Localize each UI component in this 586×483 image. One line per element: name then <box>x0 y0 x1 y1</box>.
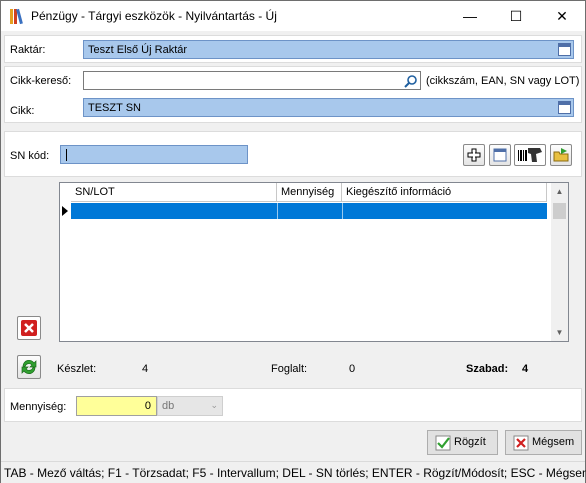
raktar-browse-icon[interactable] <box>558 43 571 56</box>
keszlet-label: Készlet: <box>57 363 97 375</box>
add-button[interactable] <box>463 144 485 166</box>
sn-kod-input[interactable] <box>60 145 248 164</box>
save-check-icon <box>435 435 451 451</box>
cell-divider <box>277 203 278 219</box>
window-button[interactable] <box>489 144 511 166</box>
unit-value: db <box>162 400 175 412</box>
cancel-x-icon <box>513 435 529 451</box>
dialog-window: Pénzügy - Tárgyi eszközök - Nyilvántartá… <box>0 0 586 483</box>
quantity-panel: Mennyiség: 0 db ⌄ <box>4 388 582 422</box>
cancel-label: Mégsem <box>532 436 575 448</box>
scroll-thumb[interactable] <box>553 203 566 219</box>
foglalt-value: 0 <box>349 363 356 375</box>
cancel-button[interactable]: Mégsem <box>505 430 582 455</box>
raktar-label: Raktár: <box>10 44 46 56</box>
barcode-scanner-button[interactable] <box>514 144 546 166</box>
window-icon <box>493 148 507 162</box>
title-bar[interactable]: Pénzügy - Tárgyi eszközök - Nyilvántartá… <box>1 1 585 31</box>
import-button[interactable] <box>550 144 572 166</box>
cikk-panel: Cikk-kereső: (cikkszám, EAN, SN vagy LOT… <box>4 66 582 123</box>
barcode-scanner-icon <box>518 148 542 162</box>
cikk-value: TESZT SN <box>88 102 141 114</box>
search-icon[interactable] <box>404 74 418 88</box>
sn-grid[interactable]: SN/LOT Mennyiség Kiegészítő információ ▲… <box>59 182 569 342</box>
unit-select[interactable]: db ⌄ <box>157 396 223 416</box>
close-button[interactable]: ✕ <box>539 1 585 31</box>
window-title: Pénzügy - Tárgyi eszközök - Nyilvántartá… <box>31 9 277 23</box>
cikk-label: Cikk: <box>10 105 35 117</box>
grid-scrollbar[interactable]: ▲ ▼ <box>551 183 568 341</box>
row-indicator-icon <box>62 206 68 216</box>
chevron-down-icon: ⌄ <box>210 400 218 410</box>
sn-panel: SN kód: <box>4 131 582 177</box>
folder-arrow-icon <box>553 148 569 162</box>
save-label: Rögzít <box>454 436 486 448</box>
foglalt-label: Foglalt: <box>271 363 308 375</box>
cikk-kereso-input[interactable] <box>83 71 421 90</box>
cikk-field[interactable]: TESZT SN <box>83 98 574 117</box>
raktar-panel: Raktár: Teszt Első Új Raktár <box>4 35 582 63</box>
sn-kod-label: SN kód: <box>10 150 50 162</box>
szabad-label: Szabad: <box>466 363 509 375</box>
cikk-kereso-label: Cikk-kereső: <box>10 75 72 87</box>
delete-x-icon <box>21 320 37 336</box>
save-button[interactable]: Rögzít <box>427 430 498 455</box>
refresh-icon <box>21 359 37 375</box>
keszlet-value: 4 <box>142 363 149 375</box>
text-cursor <box>66 149 67 161</box>
refresh-button[interactable] <box>17 355 41 379</box>
column-header-snlot[interactable]: SN/LOT <box>71 183 277 202</box>
plus-icon <box>467 148 481 162</box>
szabad-value: 4 <box>522 363 529 375</box>
cikk-kereso-hint: (cikkszám, EAN, SN vagy LOT) <box>426 75 580 87</box>
raktar-field[interactable]: Teszt Első Új Raktár <box>83 40 574 59</box>
quantity-input[interactable]: 0 <box>76 396 157 416</box>
books-app-icon <box>10 8 26 25</box>
table-row[interactable] <box>71 203 547 219</box>
minimize-button[interactable]: — <box>447 1 493 31</box>
scroll-up-icon[interactable]: ▲ <box>551 183 568 200</box>
column-header-kiegeszito[interactable]: Kiegészítő információ <box>342 183 547 202</box>
delete-button[interactable] <box>17 316 41 340</box>
raktar-value: Teszt Első Új Raktár <box>88 44 188 56</box>
quantity-label: Mennyiség: <box>10 401 67 413</box>
maximize-button[interactable]: ☐ <box>493 1 539 31</box>
cikk-browse-icon[interactable] <box>558 101 571 114</box>
status-bar: TAB - Mező váltás; F1 - Törzsadat; F5 - … <box>1 461 586 483</box>
scroll-down-icon[interactable]: ▼ <box>551 324 568 341</box>
column-header-mennyiseg[interactable]: Mennyiség <box>277 183 342 202</box>
cell-divider <box>342 203 343 219</box>
